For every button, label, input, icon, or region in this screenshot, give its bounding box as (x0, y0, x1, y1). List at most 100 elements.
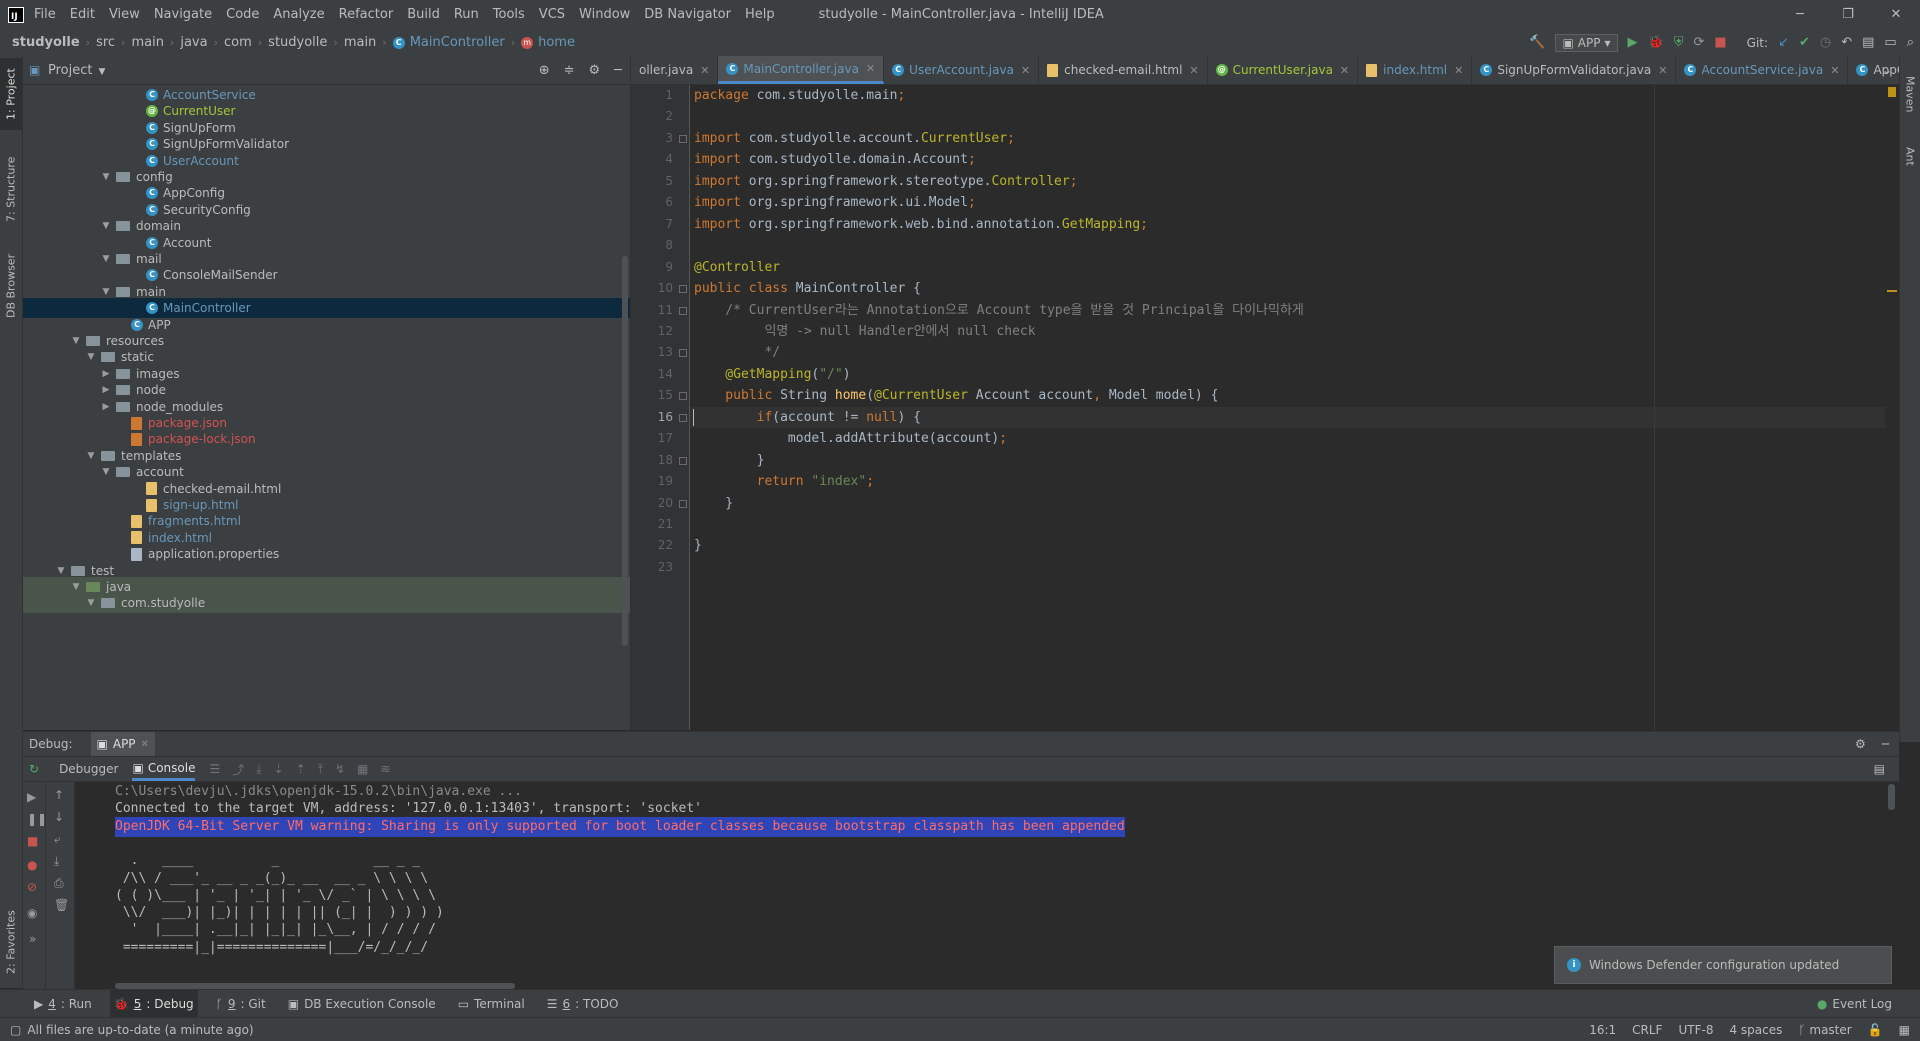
breadcrumb-item[interactable]: main (131, 35, 163, 50)
chevron-down-icon[interactable]: ▼ (100, 172, 112, 182)
more-icon[interactable]: » (29, 932, 36, 946)
file-encoding[interactable]: UTF-8 (1678, 1023, 1713, 1037)
menu-item-refactor[interactable]: Refactor (339, 7, 394, 22)
editor-tab[interactable]: C AccountService.java ✕ (1676, 56, 1849, 84)
run-to-cursor-icon[interactable]: ↯ (335, 762, 345, 776)
collapse-all-icon[interactable]: ≑ (564, 63, 575, 78)
tree-scrollbar[interactable] (622, 256, 628, 646)
line-separator[interactable]: CRLF (1632, 1023, 1662, 1037)
build-hammer-icon[interactable]: 🔨 (1529, 35, 1545, 50)
breadcrumb-item[interactable]: studyolle (268, 35, 327, 50)
menu-item-edit[interactable]: Edit (70, 7, 95, 22)
tool-tab-ant[interactable]: Ant (1900, 136, 1920, 176)
chevron-down-icon[interactable]: ▼ (100, 221, 112, 231)
menu-item-vcs[interactable]: VCS (539, 7, 565, 22)
close-icon[interactable]: ✕ (1189, 64, 1198, 77)
breadcrumb-item[interactable]: java (180, 35, 207, 50)
tool-window-todo[interactable]: ☰ 6: TODO (543, 990, 623, 1017)
pause-icon[interactable]: ❚❚ (27, 812, 47, 826)
console-scrollbar[interactable] (1888, 784, 1895, 810)
menu-item-build[interactable]: Build (407, 7, 440, 22)
step-over-icon[interactable]: ⤓ (256, 762, 261, 777)
tool-window-git[interactable]: ᚴ9: Git (212, 990, 270, 1017)
git-rollback-icon[interactable]: ↶ (1841, 35, 1852, 50)
chevron-down-icon[interactable]: ▼ (70, 582, 82, 592)
mute-breakpoints-icon[interactable]: ⊘ (27, 880, 37, 894)
event-log-button[interactable]: ● Event Log (1817, 990, 1892, 1017)
stop-icon[interactable]: ■ (27, 834, 38, 848)
show-execution-point-icon[interactable]: ⤴ (232, 761, 244, 778)
lock-icon[interactable]: 🔓 (1868, 1023, 1883, 1037)
close-icon[interactable]: ✕ (700, 64, 709, 77)
editor-tab[interactable]: C SignUpFormValidator.java ✕ (1472, 56, 1677, 84)
arrow-up-icon[interactable]: ↑ (54, 788, 64, 802)
git-branch[interactable]: ᚴ master (1798, 1023, 1851, 1037)
chevron-right-icon[interactable]: ▶ (100, 369, 112, 379)
fold-marker-icon[interactable] (679, 413, 687, 422)
tool-window-run[interactable]: ▶ 4: Run (30, 990, 96, 1017)
tab-console[interactable]: ▣ Console (132, 757, 196, 781)
git-update-icon[interactable]: ↙ (1778, 35, 1789, 50)
warning-mark[interactable] (1887, 290, 1897, 292)
gear-icon[interactable]: ⚙ (1855, 737, 1866, 751)
breadcrumb-item[interactable]: studyolle (12, 35, 80, 50)
project-view-select[interactable]: Project ▼ (48, 63, 105, 78)
hide-icon[interactable]: ─ (1882, 737, 1889, 751)
chevron-down-icon[interactable]: ▼ (70, 336, 82, 346)
fold-marker-icon[interactable] (679, 349, 687, 358)
close-icon[interactable]: ✕ (1830, 64, 1839, 77)
breadcrumb-item[interactable]: m home (521, 35, 575, 50)
git-history-icon[interactable]: ◷ (1820, 35, 1831, 50)
menu-item-navigate[interactable]: Navigate (154, 7, 212, 22)
menu-item-db-navigator[interactable]: DB Navigator (644, 7, 731, 22)
run-configuration-select[interactable]: ▣ APP ▾ (1555, 33, 1618, 52)
editor-tab[interactable]: oller.java ✕ (631, 56, 719, 84)
chevron-right-icon[interactable]: ▶ (100, 402, 112, 412)
trace-icon[interactable]: ≋ (380, 762, 390, 776)
menu-item-run[interactable]: Run (454, 7, 479, 22)
menu-item-code[interactable]: Code (226, 7, 259, 22)
close-icon[interactable]: ✕ (1021, 64, 1030, 77)
step-out-icon[interactable]: ⤒ (318, 762, 323, 777)
step-into-icon[interactable]: ⇣ (274, 762, 284, 776)
close-icon[interactable]: ✕ (1658, 64, 1667, 77)
gear-icon[interactable]: ⚙ (589, 63, 601, 78)
print-icon[interactable]: ⎙ (54, 876, 64, 891)
editor-tab[interactable]: checked-email.html ✕ (1039, 56, 1208, 84)
minimize-icon[interactable]: ─ (1776, 0, 1824, 29)
trash-icon[interactable]: 🗑 (54, 898, 69, 912)
chevron-down-icon[interactable]: ▼ (100, 467, 112, 477)
soft-wrap-icon[interactable]: ⤶ (54, 832, 61, 847)
menu-item-window[interactable]: Window (579, 7, 630, 22)
fold-marker-icon[interactable] (679, 306, 687, 315)
rerun-icon[interactable]: ↻ (29, 762, 39, 776)
locate-icon[interactable]: ⊕ (539, 63, 550, 78)
close-icon[interactable]: ✕ (1340, 64, 1349, 77)
resume-icon[interactable]: ▶ (27, 790, 36, 804)
tool-window-debug[interactable]: 🐞 5: Debug (109, 990, 198, 1017)
tool-tab-maven[interactable]: Maven (1900, 64, 1920, 124)
restore-icon[interactable]: ❐ (1824, 0, 1872, 29)
fold-marker-icon[interactable] (679, 392, 687, 401)
fold-marker-icon[interactable] (679, 456, 687, 465)
project-structure-icon[interactable]: ▤ (1862, 35, 1874, 50)
tool-tab-db-browser[interactable]: DB Browser (0, 244, 22, 328)
chevron-down-icon[interactable]: ▼ (55, 566, 67, 576)
code-editor[interactable]: package com.studyolle.main; import com.st… (690, 85, 1899, 730)
git-commit-icon[interactable]: ✔ (1799, 35, 1810, 50)
debug-bug-icon[interactable]: 🐞 (1648, 35, 1664, 50)
tool-window-terminal[interactable]: ▭ Terminal (454, 990, 529, 1017)
tab-debugger[interactable]: Debugger (59, 762, 118, 776)
tool-tab-project[interactable]: 1: Project (0, 58, 22, 130)
chevron-down-icon[interactable]: ▼ (100, 254, 112, 264)
evaluate-icon[interactable]: ▦ (357, 762, 368, 776)
layout-icon[interactable]: ▭ (1884, 35, 1896, 50)
editor-tab[interactable]: C UserAccount.java ✕ (884, 56, 1040, 84)
scroll-to-end-icon[interactable]: ⤓ (54, 854, 59, 869)
menu-item-file[interactable]: File (34, 7, 56, 22)
breadcrumb-item[interactable]: com (224, 35, 252, 50)
menu-item-tools[interactable]: Tools (493, 7, 525, 22)
notification-balloon[interactable]: i Windows Defender configuration updated (1554, 946, 1892, 984)
tool-tab-structure[interactable]: 7: Structure (0, 148, 22, 230)
caret-position[interactable]: 16:1 (1589, 1023, 1616, 1037)
